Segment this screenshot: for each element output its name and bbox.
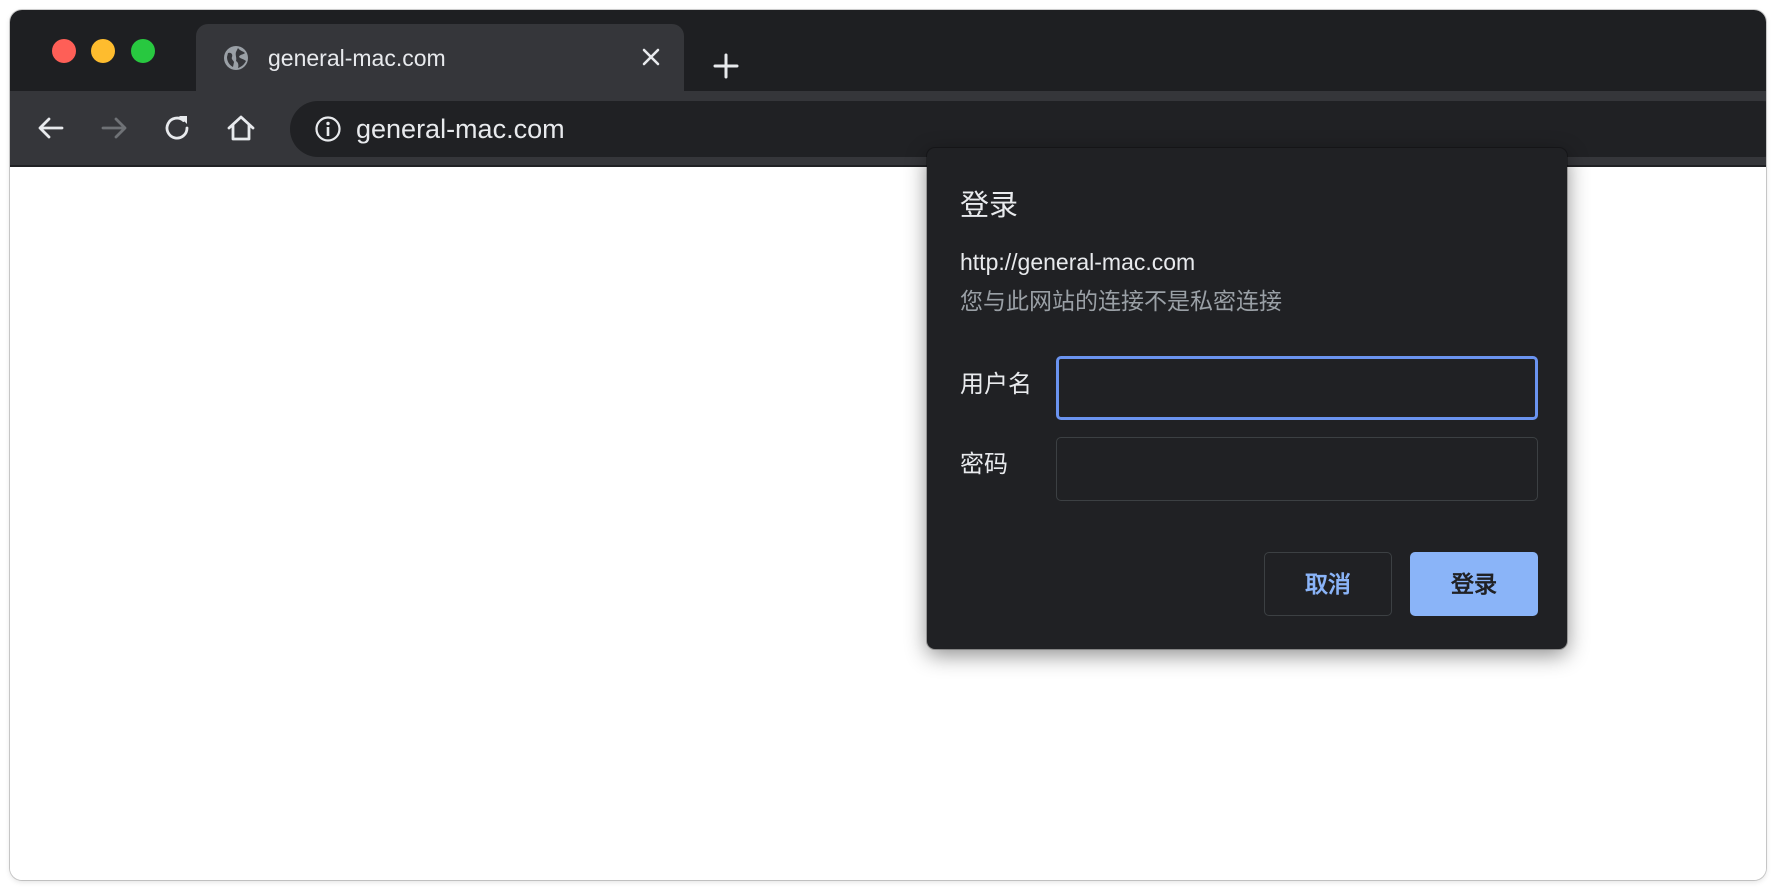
close-icon[interactable] <box>638 44 664 70</box>
home-icon[interactable] <box>224 111 258 145</box>
minimize-window-button[interactable] <box>91 39 115 63</box>
login-dialog: 登录 http://general-mac.com 您与此网站的连接不是私密连接… <box>927 148 1567 649</box>
username-label: 用户名 <box>960 371 1032 398</box>
info-icon[interactable] <box>314 115 342 143</box>
dialog-title: 登录 <box>960 190 1019 222</box>
dialog-url: http://general-mac.com <box>960 249 1196 275</box>
username-field[interactable] <box>1056 356 1538 420</box>
arrow-right-icon[interactable] <box>97 111 131 145</box>
login-button[interactable]: 登录 <box>1410 552 1538 616</box>
tab-title: general-mac.com <box>268 45 446 71</box>
arrow-left-icon[interactable] <box>34 111 68 145</box>
connection-warning: 您与此网站的连接不是私密连接 <box>960 288 1282 314</box>
tab-general-mac[interactable]: general-mac.com <box>196 24 684 91</box>
zoom-window-button[interactable] <box>131 39 155 63</box>
cancel-button[interactable]: 取消 <box>1264 552 1392 616</box>
password-field[interactable] <box>1056 437 1538 501</box>
close-window-button[interactable] <box>52 39 76 63</box>
reload-icon[interactable] <box>160 111 194 145</box>
plus-icon[interactable] <box>712 52 740 80</box>
tab-strip: general-mac.com <box>10 10 1766 91</box>
globe-icon <box>222 44 250 72</box>
address-text: general-mac.com <box>356 114 565 144</box>
password-label: 密码 <box>960 451 1008 478</box>
